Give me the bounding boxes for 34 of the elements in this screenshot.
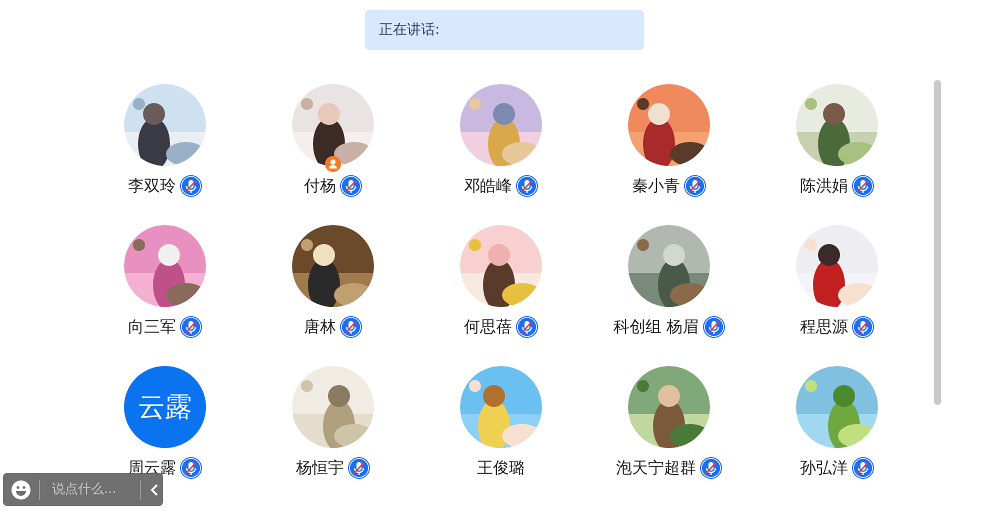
speaking-label: 正在讲话: xyxy=(379,21,440,39)
participant-name: 唐林 xyxy=(304,316,336,338)
participant-name: 何思蓓 xyxy=(464,316,512,338)
muted-mic-icon[interactable] xyxy=(348,457,370,479)
muted-mic-icon[interactable] xyxy=(180,175,202,197)
chat-input[interactable]: 说点什么... xyxy=(48,482,132,497)
muted-mic-icon[interactable] xyxy=(340,316,362,338)
muted-mic-icon[interactable] xyxy=(700,457,722,479)
participant-name: 付杨 xyxy=(304,176,336,196)
participant-name: 王俊璐 xyxy=(477,458,525,478)
participant-name: 李双玲 xyxy=(128,176,176,196)
participant-name: 杨恒宇 xyxy=(296,458,344,478)
muted-mic-icon[interactable] xyxy=(180,316,202,338)
scrollbar[interactable] xyxy=(934,80,941,405)
participant-name: 秦小青 xyxy=(632,176,680,196)
participant-name: 科创组 杨眉 xyxy=(613,316,699,338)
muted-mic-icon[interactable] xyxy=(702,316,725,338)
muted-mic-icon[interactable] xyxy=(852,175,874,197)
participant-name: 陈洪娟 xyxy=(800,176,848,196)
participant-name: 周云露 xyxy=(128,458,176,478)
muted-mic-icon[interactable] xyxy=(852,316,874,338)
participant-name: 程思源 xyxy=(800,316,848,338)
muted-mic-icon[interactable] xyxy=(340,175,362,197)
participant-name: 向三军 xyxy=(128,316,176,338)
emoji-icon[interactable] xyxy=(11,480,31,500)
participant-name: 邓皓峰 xyxy=(464,176,512,196)
avatar: 云露 xyxy=(124,366,206,448)
muted-mic-icon[interactable] xyxy=(852,457,874,479)
muted-mic-icon[interactable] xyxy=(516,175,538,197)
muted-mic-icon[interactable] xyxy=(516,316,538,338)
participant-name: 泡天宁超群 xyxy=(616,458,696,478)
muted-mic-icon[interactable] xyxy=(180,457,202,479)
participant-name: 孙弘洋 xyxy=(800,458,848,478)
muted-mic-icon[interactable] xyxy=(684,175,706,197)
